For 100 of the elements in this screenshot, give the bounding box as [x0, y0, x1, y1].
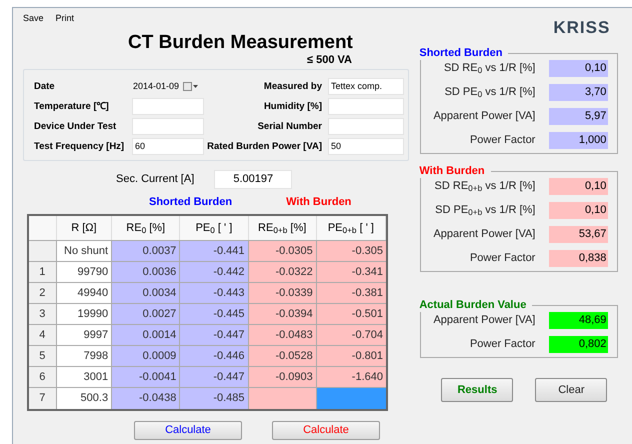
table-cell: 3001 — [56, 367, 112, 387]
table-cell: -0.485 — [180, 388, 249, 409]
input-field[interactable] — [328, 118, 404, 135]
field-label: SD RE$_{0+b}$ vs 1/R [%] — [434, 179, 536, 195]
table-cell: -0.381 — [316, 283, 386, 303]
table-cell: 0.0037 — [112, 241, 180, 261]
table-cell: -0.0483 — [248, 325, 317, 345]
field-label: SD RE$_{0}$ vs 1/R [%] — [442, 61, 536, 77]
input-field[interactable] — [132, 118, 204, 135]
table-cell: 0.0034 — [112, 283, 180, 303]
table-cell: -0.445 — [180, 304, 249, 324]
value-field: 0,10 — [549, 178, 608, 195]
subtitle: ≤ 500 VA — [307, 54, 352, 67]
results-button[interactable]: Results — [441, 378, 514, 402]
table-cell: 9997 — [56, 325, 112, 345]
table-cell: -0.305 — [316, 241, 386, 261]
field-label: Apparent Power [VA] — [432, 313, 536, 328]
input-field[interactable]: 50 — [328, 138, 404, 155]
value-field: 0,10 — [549, 202, 608, 219]
column-header[interactable]: RE$_{0}$ [%] — [112, 216, 180, 240]
field-label: Apparent Power [VA] — [432, 227, 536, 242]
input-field[interactable]: 5.00197 — [214, 170, 292, 189]
table-cell: -0.446 — [180, 346, 249, 366]
table-cell: 7998 — [56, 346, 112, 366]
field-label: Date — [34, 80, 56, 94]
value-field: 1,000 — [549, 132, 608, 149]
table-cell: -0.501 — [316, 304, 386, 324]
table-cell: -0.341 — [316, 262, 386, 282]
field-label: Device Under Test — [34, 120, 118, 134]
group-title: Actual Burden Value — [419, 298, 532, 312]
table-cell: 0.0009 — [112, 346, 180, 366]
field-label: Sec. Current [A] — [116, 172, 194, 188]
table-cell: -0.441 — [180, 241, 249, 261]
field-label: Power Factor — [468, 337, 536, 352]
value-field: 3,70 — [549, 84, 608, 101]
input-field[interactable] — [328, 98, 404, 115]
field-label: Temperature [℃] — [34, 100, 110, 114]
table-cell: -0.443 — [180, 283, 249, 303]
row-number: 6 — [29, 367, 57, 387]
value-field: 53,67 — [549, 226, 608, 243]
calendar-dropdown-icon[interactable] — [183, 82, 198, 91]
row-number: 4 — [29, 325, 57, 345]
column-header[interactable]: PE$_{0}$ [ ' ] — [180, 216, 249, 240]
table-cell: -0.442 — [180, 262, 249, 282]
date-picker[interactable]: 2014-01-09 — [132, 78, 204, 95]
field-label: Test Frequency [Hz] — [34, 140, 126, 154]
table-cell: -0.0339 — [248, 283, 317, 303]
table-cell: -0.0322 — [248, 262, 317, 282]
table-cell: No shunt — [56, 241, 112, 261]
table-cell: 0.0014 — [112, 325, 180, 345]
table-cell: -0.0903 — [248, 367, 317, 387]
input-field[interactable]: 60 — [132, 138, 204, 155]
table-cell: 99790 — [56, 262, 112, 282]
table-cell: 0.0027 — [112, 304, 180, 324]
field-label: Rated Burden Power [VA] — [206, 140, 323, 154]
table-cell: -0.447 — [180, 325, 249, 345]
field-label: Measured by — [262, 80, 323, 94]
table-cell: -0.704 — [316, 325, 386, 345]
table-cell: -0.0528 — [248, 346, 317, 366]
field-label: SD PE$_{0+b}$ vs 1/R [%] — [434, 203, 536, 219]
clear-button[interactable]: Clear — [535, 378, 608, 402]
input-field[interactable] — [132, 98, 204, 115]
table-cell: -0.447 — [180, 367, 249, 387]
window-title: CT Burden Measurement — [128, 32, 353, 54]
row-number: 5 — [29, 346, 57, 366]
table-cell: -0.0041 — [112, 367, 180, 387]
input-field[interactable]: Tettex comp. — [328, 78, 404, 95]
table-cell: 49940 — [56, 283, 112, 303]
table-cell: 0.0036 — [112, 262, 180, 282]
row-number: 1 — [29, 262, 57, 282]
value-field: 5,97 — [549, 108, 608, 125]
logo: KRISS — [553, 18, 610, 38]
table-cell: 19990 — [56, 304, 112, 324]
field-label: Humidity [%] — [262, 100, 323, 114]
field-label: Power Factor — [468, 133, 536, 148]
field-label: SD PE$_{0}$ vs 1/R [%] — [444, 85, 536, 101]
value-field: 0,10 — [549, 60, 608, 77]
table-cell: 500.3 — [56, 388, 112, 409]
row-number: 2 — [29, 283, 57, 303]
field-label: Power Factor — [468, 251, 536, 266]
value-field: 48,69 — [549, 312, 608, 329]
menu-item[interactable]: Print — [56, 12, 74, 26]
calculate-button[interactable]: Calculate — [134, 421, 242, 440]
value-field: 0,802 — [549, 336, 608, 353]
column-header[interactable]: R [Ω] — [56, 216, 112, 240]
row-number: 7 — [29, 388, 57, 409]
section-heading: Shorted Burden — [149, 195, 232, 209]
table-cell: -0.0305 — [248, 241, 317, 261]
menu-item[interactable]: Save — [23, 12, 44, 26]
table-cell: -0.0438 — [112, 388, 180, 409]
value-field: 0,838 — [549, 250, 608, 267]
table-cell: -0.0394 — [248, 304, 317, 324]
table-cell: -0.801 — [316, 346, 386, 366]
column-header[interactable]: RE$_{0+b}$ [%] — [248, 216, 317, 240]
group-title: Shorted Burden — [419, 46, 508, 60]
field-label: Serial Number — [256, 120, 323, 134]
table-cell: -1.640 — [316, 367, 386, 387]
section-heading: With Burden — [286, 195, 352, 209]
field-label: Apparent Power [VA] — [432, 109, 536, 124]
column-header[interactable]: PE$_{0+b}$ [ ' ] — [316, 216, 386, 240]
